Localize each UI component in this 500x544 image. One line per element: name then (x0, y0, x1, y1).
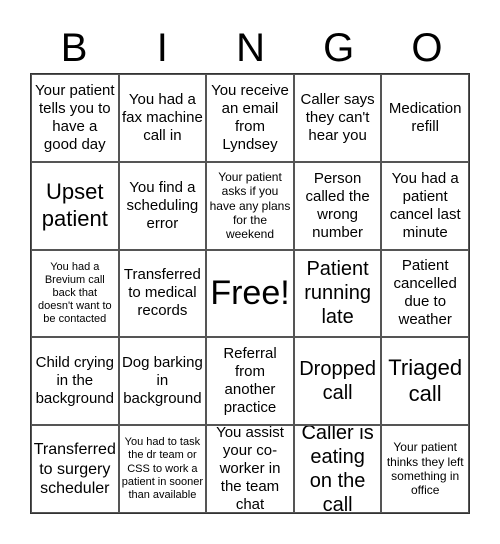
header-letter-o: O (411, 26, 443, 70)
bingo-cell[interactable]: Person called the wrong number (293, 161, 382, 250)
free-space[interactable]: Free! (206, 249, 294, 338)
bingo-cell[interactable]: You had to task the dr team or CSS to wo… (118, 425, 207, 513)
bingo-cell[interactable]: Transferred to medical records (118, 249, 207, 338)
bingo-header: B I N G O (30, 24, 471, 72)
header-letter-g: G (323, 26, 355, 70)
bingo-cell[interactable]: Child crying in the background (31, 337, 119, 426)
bingo-cell[interactable]: You find a scheduling error (118, 161, 207, 250)
header-letter-b: B (60, 26, 88, 70)
bingo-cell[interactable]: Caller is eating on the call (293, 425, 382, 513)
bingo-cell[interactable]: Upset patient (31, 161, 119, 250)
bingo-cell[interactable]: Triaged call (381, 337, 469, 426)
bingo-cell[interactable]: You receive an email from Lyndsey (206, 74, 294, 162)
bingo-cell[interactable]: You had a fax machine call in (118, 74, 207, 162)
bingo-cell[interactable]: Transferred to surgery scheduler (31, 425, 119, 513)
bingo-cell[interactable]: Medication refill (381, 74, 469, 162)
bingo-cell[interactable]: Referral from another practice (206, 337, 294, 426)
bingo-cell[interactable]: Patient cancelled due to weather (381, 249, 469, 338)
bingo-grid: Your patient tells you to have a good da… (30, 73, 470, 514)
bingo-cell[interactable]: Caller says they can't hear you (293, 74, 382, 162)
bingo-cell[interactable]: Your patient tells you to have a good da… (31, 74, 119, 162)
header-letter-i: I (156, 26, 168, 70)
bingo-cell[interactable]: You assist your co-worker in the team ch… (206, 425, 294, 513)
bingo-cell[interactable]: Dog barking in background (118, 337, 207, 426)
bingo-cell[interactable]: Dropped call (293, 337, 382, 426)
bingo-cell[interactable]: You had a Brevium call back that doesn't… (31, 249, 119, 338)
bingo-cell[interactable]: Your patient asks if you have any plans … (206, 161, 294, 250)
bingo-cell[interactable]: You had a patient cancel last minute (381, 161, 469, 250)
header-letter-n: N (236, 26, 265, 70)
bingo-cell[interactable]: Your patient thinks they left something … (381, 425, 469, 513)
bingo-cell[interactable]: Patient running late (293, 249, 382, 338)
